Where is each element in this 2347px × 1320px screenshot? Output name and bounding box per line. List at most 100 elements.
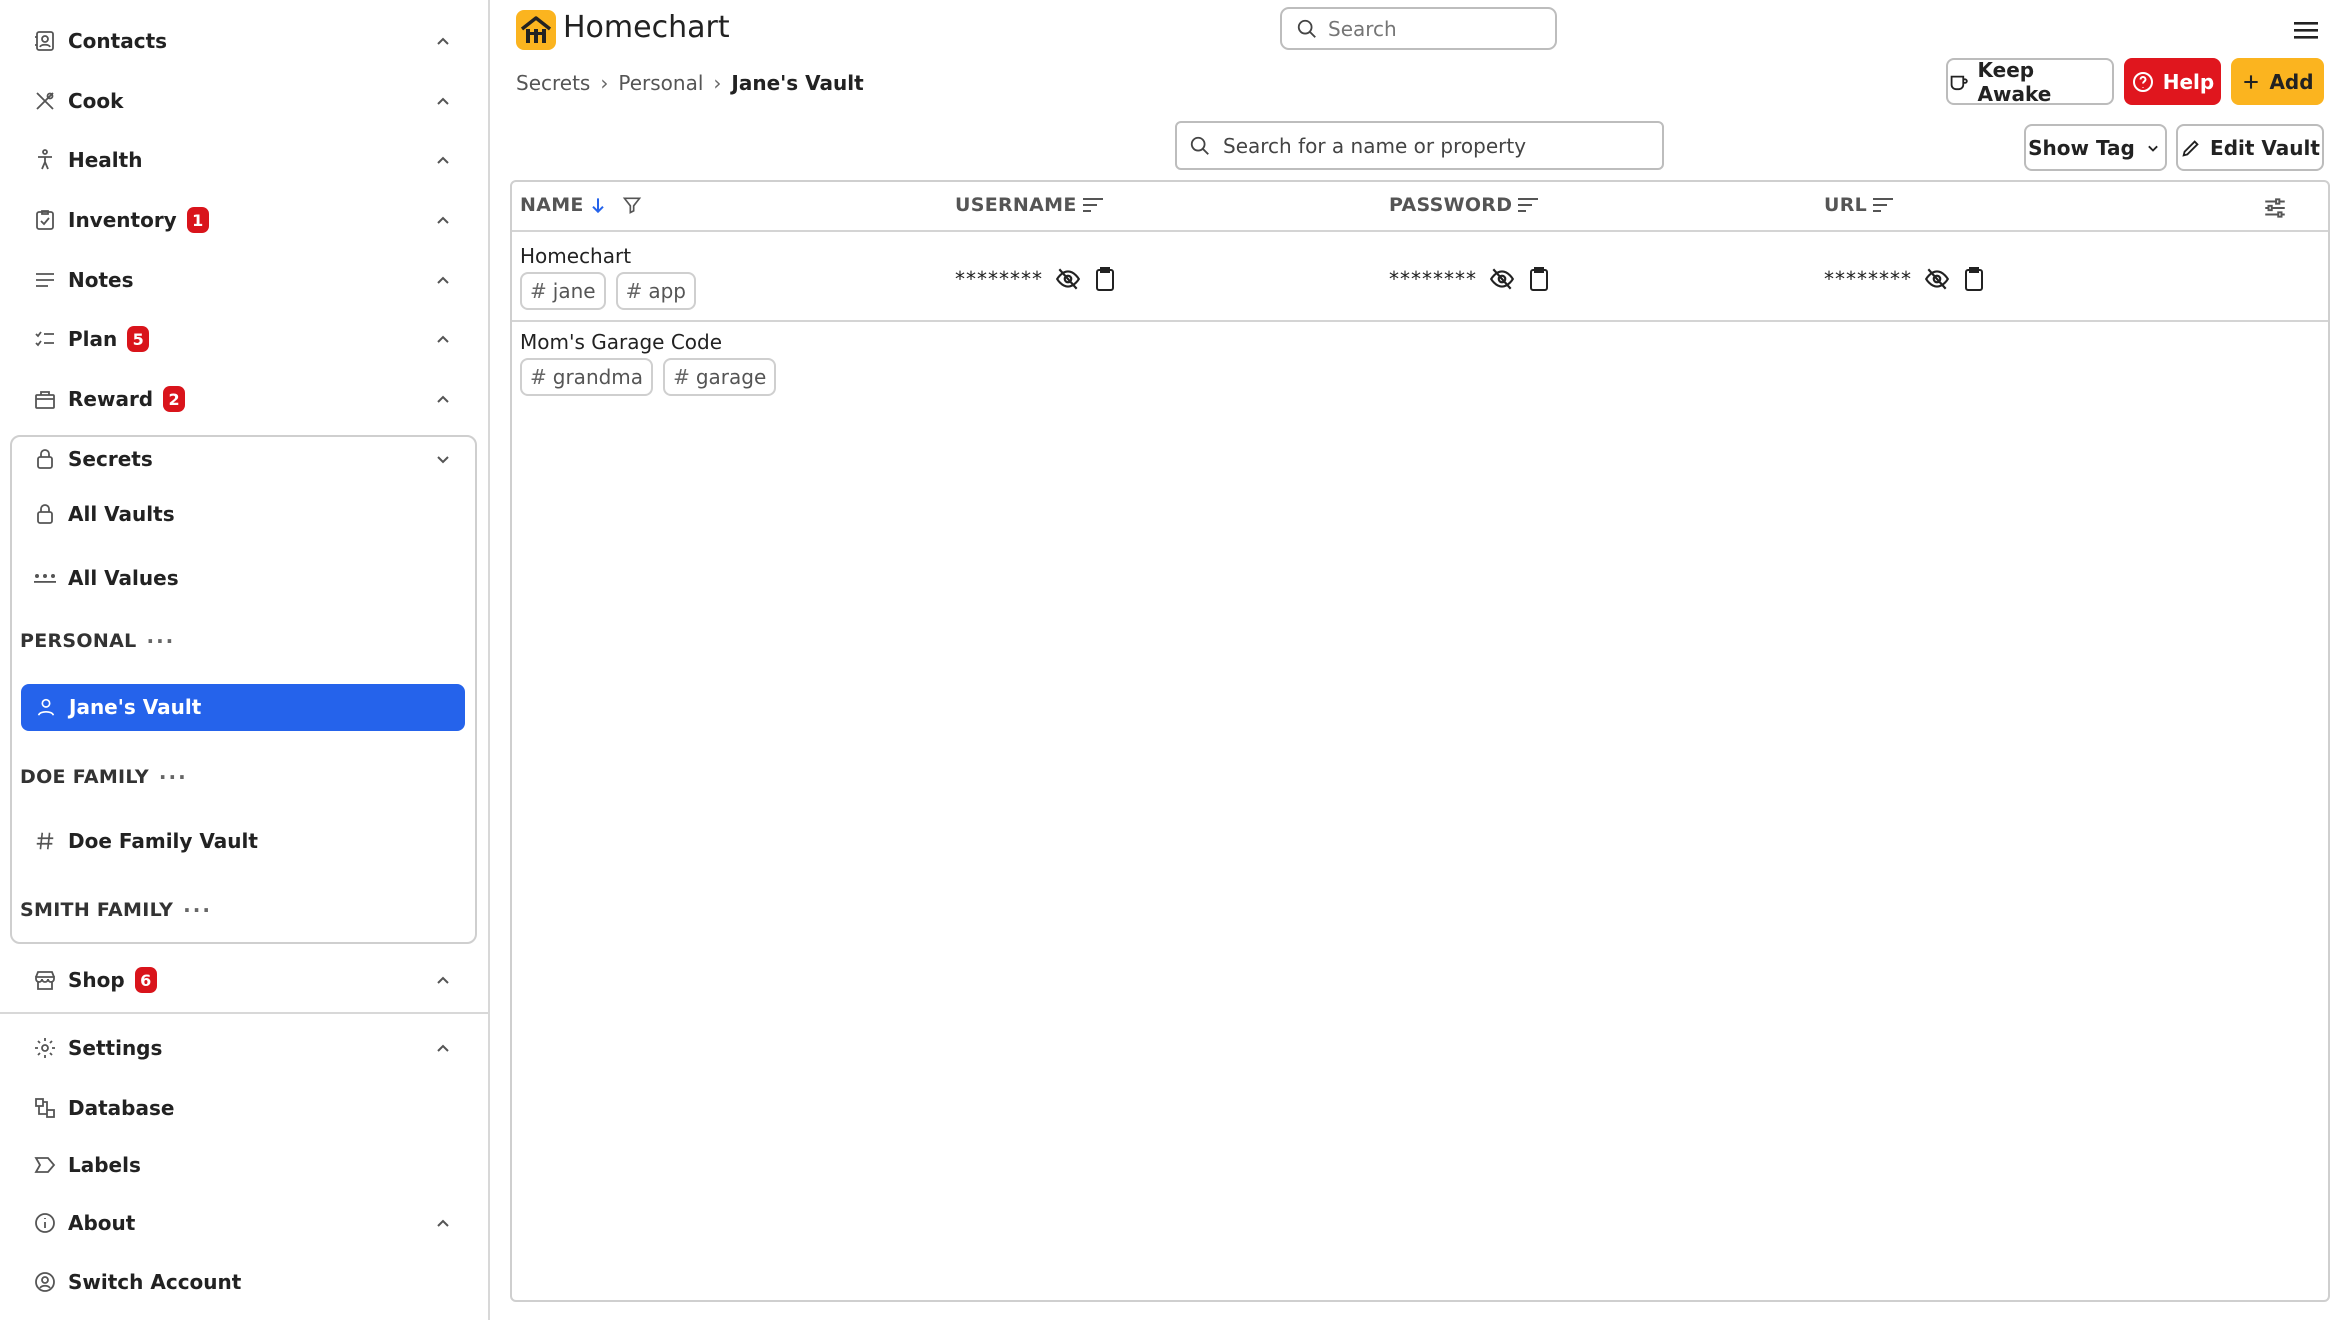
column-header-password[interactable]: PASSWORD xyxy=(1389,194,1540,216)
chevron-up-icon[interactable] xyxy=(431,268,455,292)
checklist-icon xyxy=(30,324,60,354)
global-search-input[interactable] xyxy=(1328,16,1528,41)
sidebar-item-all-vaults[interactable]: All Vaults xyxy=(20,491,445,537)
clipboard-icon[interactable] xyxy=(1093,266,1117,292)
chevron-up-icon[interactable] xyxy=(431,29,455,53)
sort-icon[interactable] xyxy=(1081,195,1105,215)
sidebar-item-label: Reward xyxy=(68,387,154,411)
more-options-icon[interactable]: ··· xyxy=(159,765,188,789)
sidebar-divider xyxy=(0,1012,488,1014)
tag-list: # grandma # garage xyxy=(520,358,777,396)
chevron-up-icon[interactable] xyxy=(431,327,455,351)
chevron-up-icon[interactable] xyxy=(431,1036,455,1060)
app-title[interactable]: Homechart xyxy=(563,10,730,45)
eye-off-icon[interactable] xyxy=(1924,266,1950,292)
sidebar-item-labels[interactable]: Labels xyxy=(30,1143,455,1187)
sidebar-item-about[interactable]: About xyxy=(30,1201,455,1245)
sidebar-item-secrets[interactable]: Secrets xyxy=(30,437,455,481)
sidebar-item-health[interactable]: Health xyxy=(30,138,455,182)
chevron-up-icon[interactable] xyxy=(431,148,455,172)
chevron-down-icon[interactable] xyxy=(431,447,455,471)
search-icon xyxy=(1297,19,1316,38)
table-row[interactable]: Mom's Garage Code # grandma # garage xyxy=(512,322,2328,412)
clipboard-icon[interactable] xyxy=(1962,266,1986,292)
chevron-up-icon[interactable] xyxy=(431,968,455,992)
chevron-up-icon[interactable] xyxy=(431,1211,455,1235)
chevron-right-icon: › xyxy=(600,71,609,95)
sidebar-item-inventory[interactable]: Inventory 1 xyxy=(30,198,455,242)
utensils-icon xyxy=(30,86,60,116)
help-button[interactable]: Help xyxy=(2124,58,2221,105)
sidebar-item-all-values[interactable]: All Values xyxy=(20,555,445,601)
column-header-username[interactable]: USERNAME xyxy=(955,194,1105,216)
keep-awake-button[interactable]: Keep Awake xyxy=(1946,57,2114,106)
add-button[interactable]: Add xyxy=(2231,58,2324,105)
more-options-icon[interactable]: ··· xyxy=(183,898,212,922)
column-label: URL xyxy=(1824,194,1868,216)
sidebar-item-contacts[interactable]: Contacts xyxy=(30,19,455,63)
tag-label: app xyxy=(648,279,686,303)
eye-off-icon[interactable] xyxy=(1489,266,1515,292)
sidebar-item-notes[interactable]: Notes xyxy=(30,258,455,302)
sidebar-item-cook[interactable]: Cook xyxy=(30,79,455,123)
contacts-icon xyxy=(30,26,60,56)
edit-vault-button[interactable]: Edit Vault xyxy=(2176,124,2324,171)
vault-search-input[interactable] xyxy=(1223,133,1643,158)
switch-account-icon xyxy=(30,1267,60,1297)
sidebar-item-label: Notes xyxy=(68,268,134,292)
sidebar-item-reward[interactable]: Reward 2 xyxy=(30,377,455,421)
sidebar-item-janes-vault[interactable]: Jane's Vault xyxy=(21,684,465,731)
tag-label: jane xyxy=(552,279,596,303)
tag-chip[interactable]: # grandma xyxy=(520,358,654,396)
hamburger-menu-icon[interactable] xyxy=(2292,18,2320,42)
vault-group-smith-family: SMITH FAMILY ··· xyxy=(20,890,212,930)
breadcrumb-personal[interactable]: Personal xyxy=(618,71,703,95)
chevron-up-icon[interactable] xyxy=(431,89,455,113)
sidebar-item-switch-account[interactable]: Switch Account xyxy=(30,1260,455,1304)
sort-icon[interactable] xyxy=(1516,195,1540,215)
gear-icon xyxy=(30,1033,60,1063)
homechart-logo-icon[interactable] xyxy=(516,10,556,50)
tag-chip[interactable]: # jane xyxy=(520,272,606,310)
sidebar-item-label: Inventory xyxy=(68,208,177,232)
hash-icon: # xyxy=(530,279,547,303)
sidebar-item-label: About xyxy=(68,1211,136,1235)
chevron-up-icon[interactable] xyxy=(431,208,455,232)
vault-search[interactable] xyxy=(1175,121,1664,170)
eye-off-icon[interactable] xyxy=(1055,266,1081,292)
sidebar-item-shop[interactable]: Shop 6 xyxy=(30,958,455,1002)
column-settings-icon[interactable] xyxy=(2262,195,2288,221)
breadcrumb-secrets[interactable]: Secrets xyxy=(516,71,590,95)
tag-chip[interactable]: # garage xyxy=(663,358,777,396)
column-label: NAME xyxy=(520,194,584,216)
sort-icon[interactable] xyxy=(1871,195,1895,215)
filter-icon[interactable] xyxy=(622,195,642,215)
masked-value: ******** xyxy=(955,267,1043,291)
chevron-right-icon: › xyxy=(713,71,722,95)
item-name[interactable]: Mom's Garage Code xyxy=(520,330,722,354)
masked-value: ******** xyxy=(1824,267,1912,291)
column-header-url[interactable]: URL xyxy=(1824,194,1895,216)
help-circle-icon xyxy=(2132,71,2153,92)
show-tag-dropdown[interactable]: Show Tag xyxy=(2024,124,2167,171)
sidebar-item-plan[interactable]: Plan 5 xyxy=(30,317,455,361)
sidebar-item-doe-family-vault[interactable]: Doe Family Vault xyxy=(20,818,445,864)
item-name[interactable]: Homechart xyxy=(520,244,631,268)
sidebar-item-settings[interactable]: Settings xyxy=(30,1026,455,1070)
sidebar-item-label: Labels xyxy=(68,1153,141,1177)
column-label: PASSWORD xyxy=(1389,194,1513,216)
table-row[interactable]: Homechart # jane # app ******** ******** *… xyxy=(512,234,2328,322)
sidebar-item-database[interactable]: Database xyxy=(30,1086,455,1130)
column-header-name[interactable]: NAME xyxy=(520,194,642,216)
more-options-icon[interactable]: ··· xyxy=(146,629,175,653)
tag-chip[interactable]: # app xyxy=(615,272,696,310)
sidebar-item-label: Cook xyxy=(68,89,124,113)
password-dots-icon xyxy=(30,563,60,593)
password-cell: ******** xyxy=(1389,266,1551,292)
arrow-down-icon[interactable] xyxy=(588,195,608,215)
clipboard-icon[interactable] xyxy=(1527,266,1551,292)
hash-icon: # xyxy=(625,279,643,303)
global-search[interactable] xyxy=(1280,7,1557,50)
keep-awake-label: Keep Awake xyxy=(1977,57,2052,106)
chevron-up-icon[interactable] xyxy=(431,387,455,411)
